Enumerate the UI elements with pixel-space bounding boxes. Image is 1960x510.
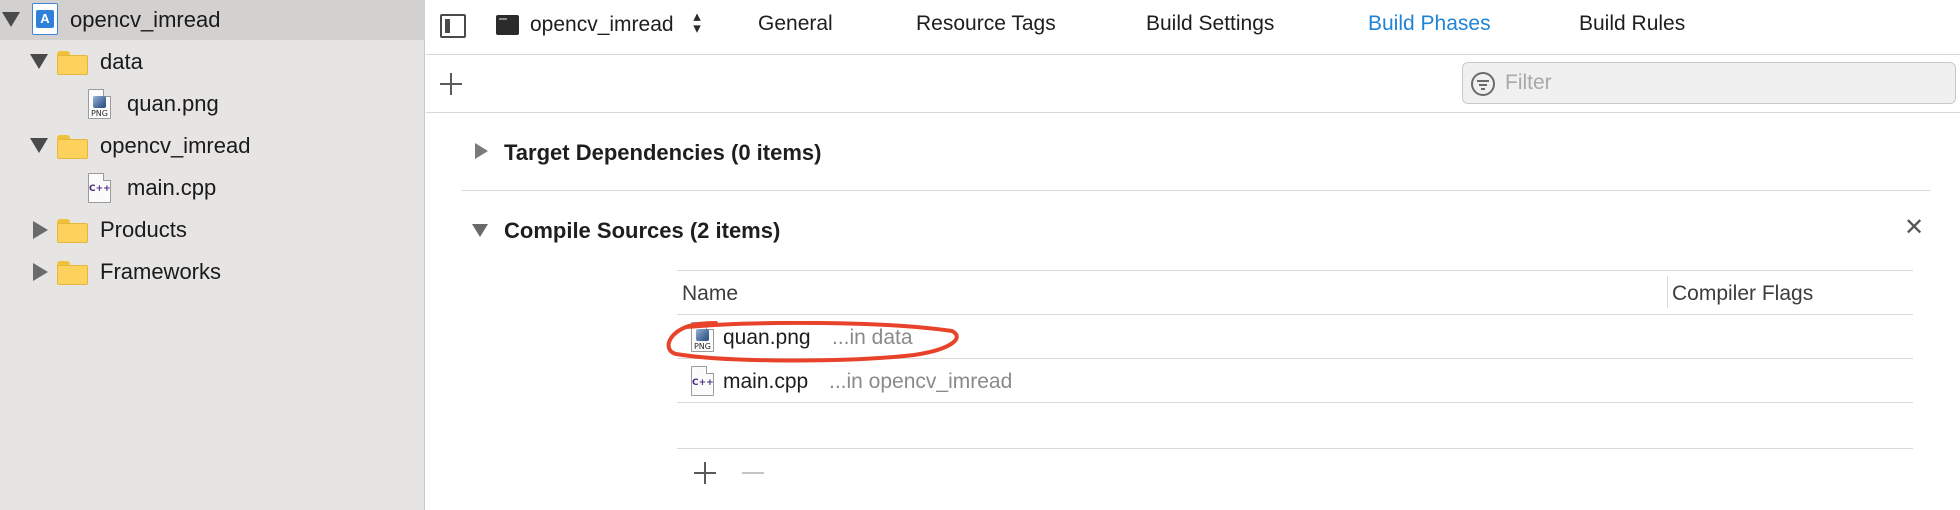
disclosure-triangle-collapsed-icon[interactable] bbox=[475, 143, 488, 159]
file-type-badge: C++ bbox=[89, 184, 111, 194]
target-terminal-icon bbox=[496, 15, 519, 35]
target-selector[interactable]: opencv_imread bbox=[530, 13, 674, 37]
navigator-item-products[interactable]: Products bbox=[0, 210, 425, 250]
png-file-icon: PNG bbox=[691, 322, 714, 352]
column-header-name[interactable]: Name bbox=[682, 282, 738, 306]
cpp-file-icon: C++ bbox=[691, 366, 714, 396]
filter-icon bbox=[1471, 72, 1495, 96]
editor-tab-bar: opencv_imread ▴ ▾ General Resource Tags B… bbox=[426, 0, 1960, 55]
disclosure-triangle-collapsed-icon[interactable] bbox=[33, 263, 48, 281]
folder-icon bbox=[57, 261, 88, 285]
cpp-file-icon: C++ bbox=[88, 173, 111, 203]
tab-build-rules[interactable]: Build Rules bbox=[1579, 12, 1685, 36]
navigator-item-project[interactable]: A opencv_imread bbox=[0, 0, 425, 40]
navigator-item-label: Products bbox=[100, 217, 187, 242]
filter-input[interactable] bbox=[1505, 70, 1945, 96]
file-type-badge: C++ bbox=[692, 378, 714, 388]
tab-resource-tags[interactable]: Resource Tags bbox=[916, 12, 1056, 36]
chevron-up-down-icon[interactable]: ▴ ▾ bbox=[690, 9, 704, 36]
source-file-name: main.cpp bbox=[723, 370, 809, 393]
navigator-item-label: Frameworks bbox=[100, 259, 222, 284]
disclosure-triangle-collapsed-icon[interactable] bbox=[33, 221, 48, 239]
folder-icon bbox=[57, 135, 88, 159]
navigator-item-data[interactable]: data bbox=[0, 42, 425, 82]
add-source-icon[interactable] bbox=[694, 462, 716, 484]
divider bbox=[677, 270, 1913, 271]
column-divider bbox=[1667, 276, 1668, 308]
filter-field[interactable] bbox=[1462, 62, 1956, 104]
compile-sources-header[interactable]: Compile Sources (2 items) bbox=[504, 218, 780, 244]
table-row[interactable]: C++ main.cpp ...in opencv_imread bbox=[677, 360, 1913, 403]
disclosure-triangle-expanded-icon[interactable] bbox=[472, 224, 488, 237]
sidebar-toggle-icon[interactable] bbox=[440, 14, 466, 38]
source-file-name: quan.png bbox=[723, 326, 811, 349]
xcode-project-icon: A bbox=[32, 3, 58, 35]
navigator-item-opencv-imread-group[interactable]: opencv_imread bbox=[0, 126, 425, 166]
project-name: opencv_imread bbox=[70, 7, 221, 32]
divider bbox=[677, 402, 1913, 403]
source-file-location: ...in opencv_imread bbox=[829, 370, 1013, 393]
divider bbox=[677, 448, 1913, 449]
divider bbox=[677, 314, 1913, 315]
tab-build-settings[interactable]: Build Settings bbox=[1146, 12, 1274, 36]
divider bbox=[462, 190, 1930, 191]
project-navigator: A opencv_imread data PNG quan.png opencv… bbox=[0, 0, 425, 510]
source-file-location: ...in data bbox=[832, 326, 913, 349]
column-header-compiler-flags[interactable]: Compiler Flags bbox=[1672, 282, 1813, 306]
tab-general[interactable]: General bbox=[758, 12, 833, 36]
png-file-icon: PNG bbox=[88, 89, 111, 119]
file-type-badge: PNG bbox=[693, 342, 711, 351]
disclosure-triangle-expanded-icon[interactable] bbox=[30, 138, 48, 153]
navigator-item-label: quan.png bbox=[127, 91, 219, 116]
disclosure-triangle-expanded-icon[interactable] bbox=[30, 54, 48, 69]
navigator-item-label: opencv_imread bbox=[100, 133, 251, 158]
folder-icon bbox=[57, 219, 88, 243]
table-row[interactable]: PNG quan.png ...in data bbox=[677, 316, 1913, 359]
navigator-item-label: main.cpp bbox=[127, 175, 217, 200]
close-icon[interactable]: ✕ bbox=[1904, 216, 1924, 240]
navigator-item-frameworks[interactable]: Frameworks bbox=[0, 252, 425, 292]
remove-source-icon[interactable] bbox=[742, 472, 764, 474]
target-dependencies-header[interactable]: Target Dependencies (0 items) bbox=[504, 140, 821, 166]
folder-icon bbox=[57, 51, 88, 75]
file-type-badge: PNG bbox=[90, 109, 108, 118]
add-phase-icon[interactable] bbox=[440, 73, 462, 95]
disclosure-triangle-expanded-icon[interactable] bbox=[2, 12, 20, 27]
navigator-item-label: data bbox=[100, 49, 143, 74]
navigator-item-quan-png[interactable]: PNG quan.png bbox=[0, 84, 425, 124]
tab-build-phases[interactable]: Build Phases bbox=[1368, 12, 1491, 36]
navigator-item-main-cpp[interactable]: C++ main.cpp bbox=[0, 168, 425, 208]
phases-toolbar bbox=[426, 56, 1960, 113]
divider bbox=[677, 358, 1913, 359]
